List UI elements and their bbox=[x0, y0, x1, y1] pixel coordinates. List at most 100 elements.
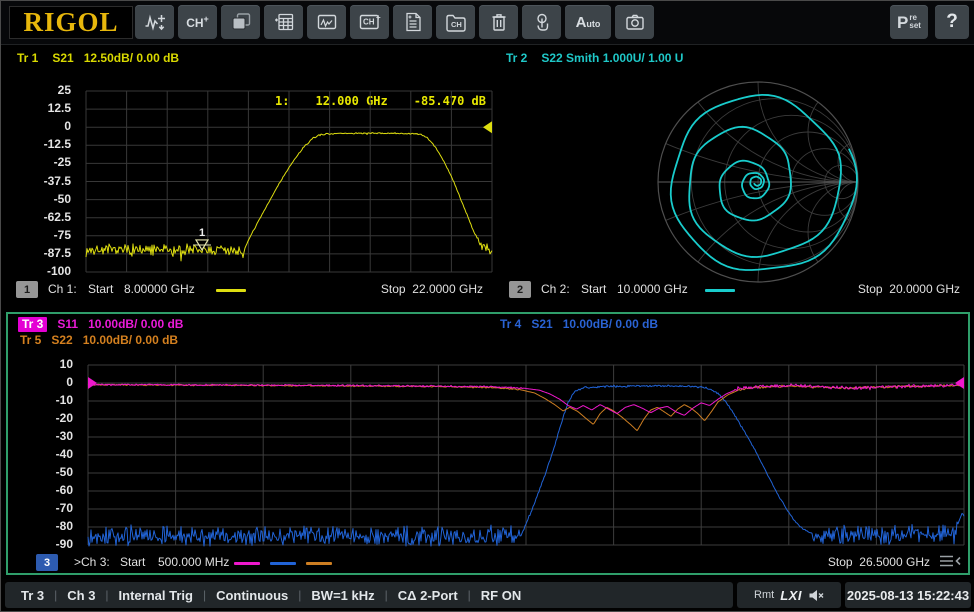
status-item: BW=1 kHz bbox=[311, 588, 374, 603]
lxi-label: LXI bbox=[780, 588, 802, 603]
svg-text:CH: CH bbox=[363, 18, 375, 27]
trace-window-button[interactable] bbox=[307, 5, 346, 39]
status-item: Tr 3 bbox=[21, 588, 44, 603]
status-separator: | bbox=[203, 588, 206, 602]
ch3-label: >Ch 3: bbox=[74, 555, 110, 569]
y-tick-label: -40 bbox=[56, 447, 73, 461]
smith-chart[interactable] bbox=[653, 79, 863, 285]
trace-copy-button[interactable] bbox=[393, 5, 432, 39]
status-item: Internal Trig bbox=[119, 588, 193, 603]
help-icon: ? bbox=[946, 11, 958, 33]
tr2-header: Tr 2S22 Smith 1.000U/ 1.00 U bbox=[506, 51, 683, 65]
status-separator: | bbox=[468, 588, 471, 602]
window-layout-button[interactable] bbox=[221, 5, 260, 39]
status-item: Ch 3 bbox=[67, 588, 95, 603]
tr4-header: Tr 4S2110.00dB/ 0.00 dB bbox=[500, 317, 658, 331]
status-separator: | bbox=[105, 588, 108, 602]
y-tick-label: -37.5 bbox=[44, 174, 71, 188]
y-tick-label: 0 bbox=[64, 119, 71, 133]
svg-text:1: 1 bbox=[199, 227, 205, 239]
preset-button[interactable]: P reset bbox=[890, 5, 928, 39]
tr2-scale: 1.000U/ 1.00 U bbox=[603, 51, 684, 65]
y-tick-label: -87.5 bbox=[44, 246, 71, 260]
y-tick-label: 10 bbox=[60, 357, 73, 371]
tr1-footer: 1 Ch 1: Start 8.00000 GHz Stop 22.0000 G… bbox=[6, 281, 491, 301]
tr4-label: Tr 4 bbox=[500, 317, 521, 331]
tr3-scale: 10.00dB/ 0.00 dB bbox=[88, 317, 183, 331]
channel-box-icon: CH + bbox=[358, 11, 382, 33]
waveform-plus-icon bbox=[143, 10, 167, 34]
tr2-meas: S22 Smith bbox=[541, 51, 599, 65]
tr1-trace-swatch bbox=[216, 289, 246, 292]
tr3-active-badge[interactable]: Tr 3 bbox=[18, 317, 47, 332]
svg-text:+: + bbox=[376, 13, 381, 22]
channel-table-button[interactable] bbox=[264, 5, 303, 39]
table-icon bbox=[273, 11, 295, 33]
tr2-trace-swatch bbox=[705, 289, 735, 292]
y-tick-label: -50 bbox=[54, 192, 71, 206]
y-tick-label: -20 bbox=[56, 411, 73, 425]
ch1-label: Ch 1: bbox=[48, 282, 77, 296]
ch3-start-label: Start bbox=[120, 555, 145, 569]
status-datetime: 2025-08-13 15:22:43 bbox=[845, 582, 971, 608]
ch2-label: Ch 2: bbox=[541, 282, 570, 296]
channel-recall-button[interactable]: CH bbox=[436, 5, 475, 39]
delete-button[interactable] bbox=[479, 5, 518, 39]
channel1-badge[interactable]: 1 bbox=[16, 281, 38, 298]
vna-screen: RIGOL CH+ bbox=[0, 0, 974, 612]
screenshot-button[interactable] bbox=[615, 5, 654, 39]
tr3-meas: S11 bbox=[57, 317, 78, 331]
auto-scale-button[interactable]: Auto bbox=[565, 5, 611, 39]
touch-button[interactable] bbox=[522, 5, 561, 39]
channel-add-button[interactable]: CH+ bbox=[178, 5, 217, 39]
y-tick-label: 12.5 bbox=[48, 101, 71, 115]
tr1-header: Tr 1S2112.50dB/ 0.00 dB bbox=[17, 51, 179, 65]
tr1-meas: S21 bbox=[52, 51, 73, 65]
window-tr1[interactable]: Tr 1S2112.50dB/ 0.00 dB 2512.50-12.5-25-… bbox=[6, 47, 493, 309]
tr4-scale: 10.00dB/ 0.00 dB bbox=[563, 317, 658, 331]
toolbar-buttons: CH+ bbox=[135, 5, 654, 39]
document-plus-icon bbox=[402, 11, 424, 33]
remote-label: Rmt bbox=[754, 589, 774, 601]
channel-copy-button[interactable]: CH + bbox=[350, 5, 389, 39]
trace-add-button[interactable] bbox=[135, 5, 174, 39]
channel3-badge[interactable]: 3 bbox=[36, 554, 58, 571]
tr5-label: Tr 5 bbox=[20, 333, 41, 347]
menu-collapse-icon[interactable] bbox=[936, 552, 962, 573]
ch2-start-value: 10.0000 GHz bbox=[617, 282, 688, 296]
tr3-y-axis: 100-10-20-30-40-50-60-70-80-90 bbox=[8, 365, 83, 545]
y-tick-label: -10 bbox=[56, 393, 73, 407]
channel2-badge[interactable]: 2 bbox=[509, 281, 531, 298]
tr1-y-axis: 2512.50-12.5-25-37.5-50-62.5-75-87.5-100 bbox=[6, 91, 81, 272]
tr3-trace-swatch bbox=[234, 562, 260, 565]
mute-icon[interactable] bbox=[808, 589, 824, 602]
y-tick-label: -50 bbox=[56, 465, 73, 479]
preset-icon: P reset bbox=[897, 14, 921, 31]
y-tick-label: 25 bbox=[58, 83, 71, 97]
tr1-label: Tr 1 bbox=[17, 51, 38, 65]
ch1-stop: Stop 22.0000 GHz bbox=[381, 282, 483, 296]
status-separator: | bbox=[298, 588, 301, 602]
y-tick-label: -90 bbox=[56, 537, 73, 551]
status-item: RF ON bbox=[481, 588, 521, 603]
tr5-header: Tr 5S2210.00dB/ 0.00 dB bbox=[20, 333, 178, 347]
ch2-start-label: Start bbox=[581, 282, 606, 296]
tr2-footer: 2 Ch 2: Start 10.0000 GHz Stop 20.0000 G… bbox=[495, 281, 968, 301]
stacked-windows-icon bbox=[230, 11, 252, 33]
tr5-trace-swatch bbox=[306, 562, 332, 565]
help-button[interactable]: ? bbox=[935, 5, 969, 39]
window-tr2[interactable]: Tr 2S22 Smith 1.000U/ 1.00 U 2 Ch 2: Sta… bbox=[495, 47, 970, 309]
waveform-window-icon bbox=[316, 11, 338, 33]
status-separator: | bbox=[385, 588, 388, 602]
y-tick-label: -75 bbox=[54, 228, 71, 242]
tr3-plot[interactable] bbox=[88, 365, 964, 545]
status-items: Tr 3 | Ch 3 | Internal Trig | Continuous | BW=1 … bbox=[5, 582, 733, 608]
ch1-start-label: Start bbox=[88, 282, 113, 296]
status-bar: Tr 3 | Ch 3 | Internal Trig | Continuous | BW=1 … bbox=[1, 579, 974, 611]
status-item: Continuous bbox=[216, 588, 288, 603]
channel-add-icon: CH+ bbox=[186, 15, 209, 29]
tr1-plot[interactable]: 1:12.000 GHz-85.470 dB 1 bbox=[86, 91, 492, 272]
y-tick-label: -12.5 bbox=[44, 137, 71, 151]
window-tr3[interactable]: Tr 3 S11 10.00dB/ 0.00 dB Tr 4S2110.00dB/ … bbox=[6, 312, 970, 575]
svg-text:CH: CH bbox=[451, 20, 462, 29]
